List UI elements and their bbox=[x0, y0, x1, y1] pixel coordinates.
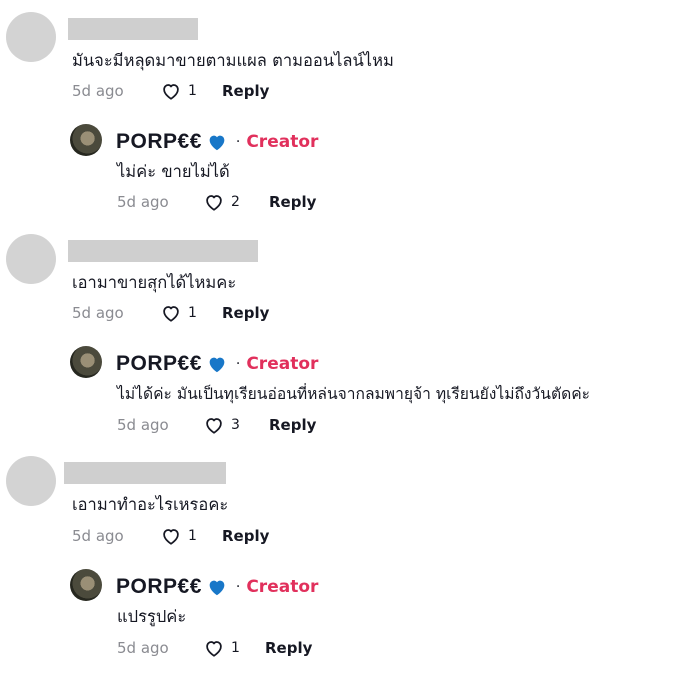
creator-header: PORP€€ · Creator bbox=[116, 127, 318, 157]
creator-badge: Creator bbox=[246, 354, 319, 374]
like-button[interactable]: 1 bbox=[160, 302, 222, 324]
reply-time: 5d ago bbox=[117, 193, 169, 211]
creator-header: PORP€€ · Creator bbox=[116, 572, 318, 602]
like-count: 1 bbox=[188, 528, 197, 544]
reply-text: แปรรูปค่ะ bbox=[117, 607, 187, 626]
reply-text: ไม่ค่ะ ขายไม่ได้ bbox=[117, 162, 230, 181]
separator-dot: · bbox=[235, 134, 241, 150]
comment-time: 5d ago bbox=[72, 82, 124, 100]
creator-name[interactable]: PORP€€ bbox=[116, 352, 202, 376]
reply-meta: 5d ago 3 Reply bbox=[117, 413, 316, 437]
redacted-username bbox=[68, 240, 258, 262]
comment-time: 5d ago bbox=[72, 304, 124, 322]
like-count: 3 bbox=[231, 417, 240, 433]
reply-button[interactable]: Reply bbox=[222, 304, 269, 322]
heart-outline-icon bbox=[206, 195, 222, 211]
like-count: 1 bbox=[188, 305, 197, 321]
like-button[interactable]: 1 bbox=[203, 637, 265, 659]
reply-button[interactable]: Reply bbox=[269, 193, 316, 211]
heart-outline-icon bbox=[163, 306, 179, 322]
creator-name[interactable]: PORP€€ bbox=[116, 575, 202, 599]
avatar[interactable] bbox=[6, 234, 56, 284]
comment-meta: 5d ago 1 Reply bbox=[72, 79, 269, 103]
like-button[interactable]: 1 bbox=[160, 525, 222, 547]
reply-meta: 5d ago 1 Reply bbox=[117, 636, 312, 660]
reply-button[interactable]: Reply bbox=[222, 82, 269, 100]
redacted-username bbox=[68, 18, 198, 40]
comment-text: มันจะมีหลุดมาขายตามแผล ตามออนไลน์ไหม bbox=[72, 51, 394, 70]
creator-header: PORP€€ · Creator bbox=[116, 349, 318, 379]
blue-heart-icon bbox=[209, 580, 225, 596]
heart-outline-icon bbox=[206, 641, 222, 657]
comment-meta: 5d ago 1 Reply bbox=[72, 301, 269, 325]
heart-outline-icon bbox=[206, 418, 222, 434]
like-button[interactable]: 1 bbox=[160, 80, 222, 102]
creator-badge: Creator bbox=[246, 132, 319, 152]
redacted-username bbox=[64, 462, 226, 484]
reply-time: 5d ago bbox=[117, 639, 169, 657]
blue-heart-icon bbox=[209, 135, 225, 151]
reply-meta: 5d ago 2 Reply bbox=[117, 190, 316, 214]
comment-time: 5d ago bbox=[72, 527, 124, 545]
comment-text: เอามาขายสุกได้ไหมคะ bbox=[72, 273, 237, 292]
like-count: 1 bbox=[231, 640, 240, 656]
separator-dot: · bbox=[235, 579, 241, 595]
creator-avatar[interactable] bbox=[70, 346, 102, 378]
reply-text: ไม่ได้ค่ะ มันเป็นทุเรียนอ่อนที่หล่นจากลม… bbox=[117, 385, 591, 403]
heart-outline-icon bbox=[163, 84, 179, 100]
reply-button[interactable]: Reply bbox=[269, 416, 316, 434]
creator-badge: Creator bbox=[246, 577, 319, 597]
reply-button[interactable]: Reply bbox=[222, 527, 269, 545]
avatar[interactable] bbox=[6, 456, 56, 506]
creator-avatar[interactable] bbox=[70, 569, 102, 601]
like-count: 1 bbox=[188, 83, 197, 99]
creator-name[interactable]: PORP€€ bbox=[116, 130, 202, 154]
like-button[interactable]: 3 bbox=[203, 414, 269, 436]
heart-outline-icon bbox=[163, 529, 179, 545]
like-count: 2 bbox=[231, 194, 240, 210]
creator-avatar[interactable] bbox=[70, 124, 102, 156]
avatar[interactable] bbox=[6, 12, 56, 62]
reply-time: 5d ago bbox=[117, 416, 169, 434]
separator-dot: · bbox=[235, 356, 241, 372]
like-button[interactable]: 2 bbox=[203, 191, 269, 213]
comment-text: เอามาทำอะไรเหรอคะ bbox=[72, 495, 229, 514]
reply-button[interactable]: Reply bbox=[265, 639, 312, 657]
comment-meta: 5d ago 1 Reply bbox=[72, 524, 269, 548]
blue-heart-icon bbox=[209, 357, 225, 373]
